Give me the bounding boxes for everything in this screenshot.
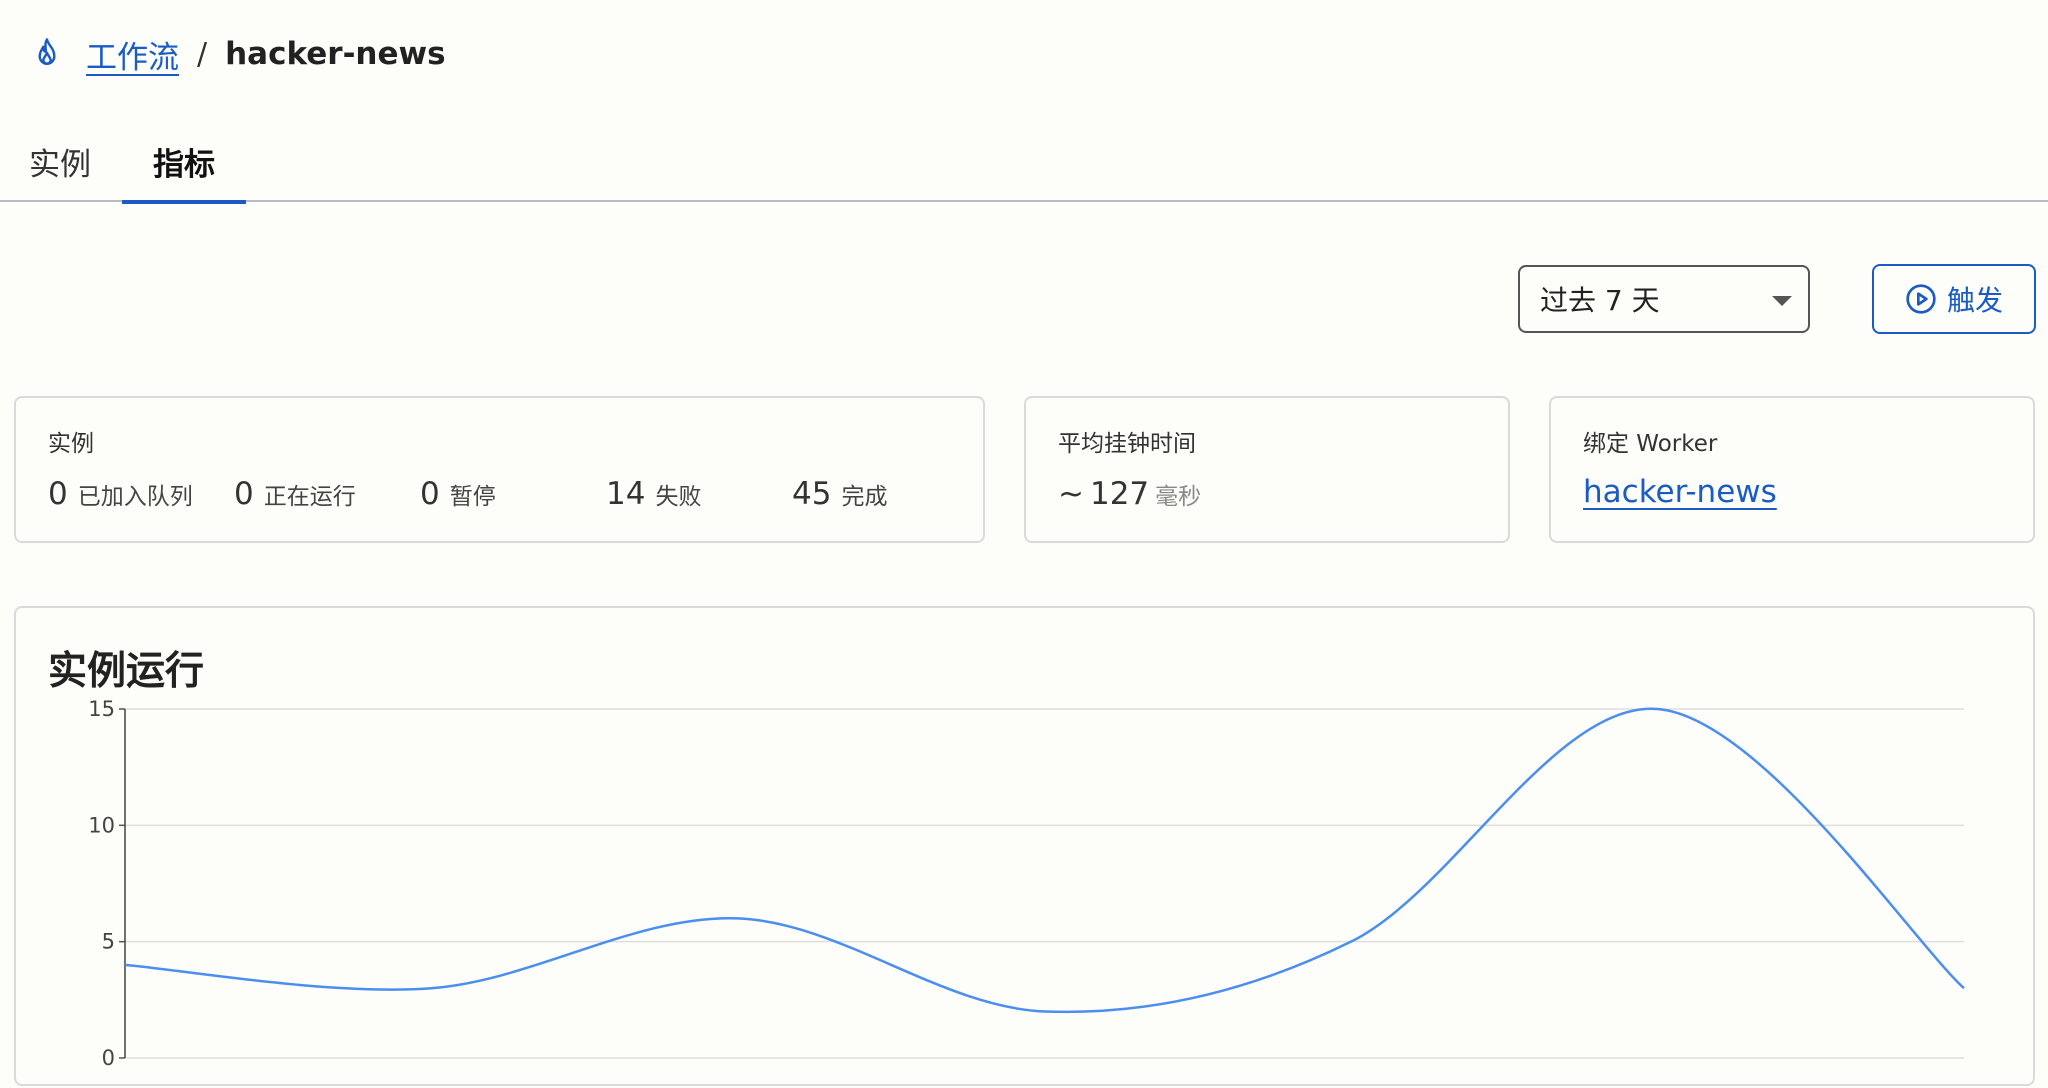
stat-running: 0 正在运行 bbox=[234, 476, 356, 512]
breadcrumb-workflows-link[interactable]: 工作流 bbox=[86, 32, 179, 77]
avg-wall-time-value: ~ 127 毫秒 bbox=[1058, 476, 1201, 512]
breadcrumb: 工作流 / hacker-news bbox=[32, 32, 446, 76]
tab-bar: 实例 指标 bbox=[0, 120, 2048, 204]
flame-icon bbox=[38, 38, 56, 65]
stat-label: 完成 bbox=[841, 484, 888, 510]
time-range-select[interactable]: 过去 7 天 bbox=[1518, 265, 1810, 333]
stat-label: 失败 bbox=[655, 484, 702, 510]
avg-wall-time-card: 平均挂钟时间 ~ 127 毫秒 bbox=[1024, 396, 1510, 543]
time-range-value: 过去 7 天 bbox=[1540, 284, 1660, 317]
breadcrumb-separator: / bbox=[197, 36, 208, 72]
instance-runs-chart-card: 实例运行 0 5 10 15 bbox=[14, 606, 2035, 1086]
stat-complete: 45 完成 bbox=[792, 476, 887, 512]
avg-value: 127 bbox=[1089, 476, 1150, 512]
avg-unit: 毫秒 bbox=[1155, 484, 1202, 510]
tab-instances[interactable]: 实例 bbox=[0, 120, 120, 202]
worker-link[interactable]: hacker-news bbox=[1583, 474, 1777, 510]
breadcrumb-current: hacker-news bbox=[225, 36, 446, 72]
stat-paused: 0 暂停 bbox=[420, 476, 496, 512]
tab-metrics[interactable]: 指标 bbox=[122, 120, 246, 204]
chevron-down-icon bbox=[1772, 296, 1792, 306]
stat-label: 正在运行 bbox=[263, 484, 356, 510]
avg-wall-time-label: 平均挂钟时间 bbox=[1058, 431, 1196, 457]
stat-value: 0 bbox=[420, 476, 440, 512]
y-tick-label: 0 bbox=[102, 1046, 115, 1070]
trigger-button[interactable]: 触发 bbox=[1872, 264, 2036, 334]
bound-worker-label: 绑定 Worker bbox=[1583, 431, 1718, 457]
stat-queued: 0 已加入队列 bbox=[48, 476, 193, 512]
stat-label: 暂停 bbox=[449, 484, 496, 510]
stat-value: 14 bbox=[606, 476, 646, 512]
series-line bbox=[124, 707, 1965, 1014]
play-circle-icon bbox=[1906, 284, 1936, 314]
y-tick-label: 15 bbox=[88, 697, 115, 721]
stat-failed: 14 失败 bbox=[606, 476, 701, 512]
stat-value: 0 bbox=[48, 476, 68, 512]
y-tick-label: 5 bbox=[102, 930, 115, 954]
trigger-label: 触发 bbox=[1946, 284, 2003, 317]
stat-value: 45 bbox=[792, 476, 832, 512]
approx-prefix: ~ bbox=[1058, 476, 1084, 512]
stat-label: 已加入队列 bbox=[77, 484, 193, 510]
bound-worker-card: 绑定 Worker hacker-news bbox=[1549, 396, 2035, 543]
instances-card-label: 实例 bbox=[48, 431, 94, 457]
y-tick-label: 10 bbox=[88, 813, 115, 837]
instances-card: 实例 0 已加入队列 0 正在运行 0 暂停 14 失败 45 完成 bbox=[14, 396, 985, 543]
instance-runs-chart: 0 5 10 15 bbox=[88, 697, 1965, 1070]
stat-value: 0 bbox=[234, 476, 254, 512]
